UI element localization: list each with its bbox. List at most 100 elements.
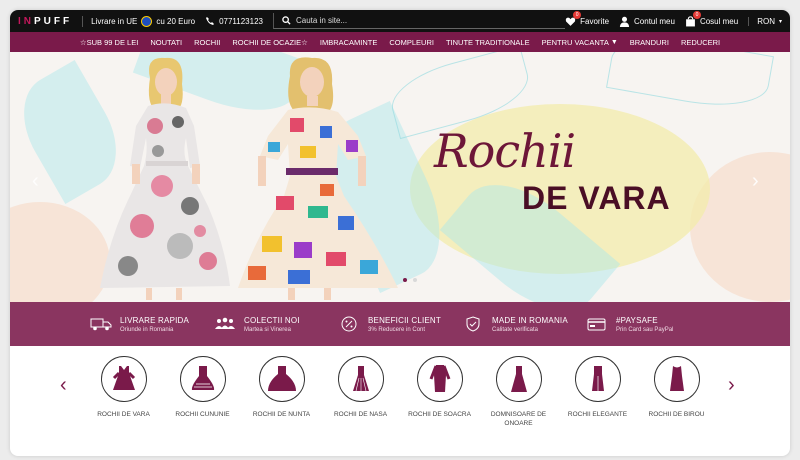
nav-item-branduri[interactable]: BRANDURI bbox=[624, 38, 675, 47]
category-label: ROCHII DE SOACRA bbox=[408, 411, 471, 418]
elegant-dress-icon bbox=[574, 356, 621, 402]
triangle-down-icon: ▼ bbox=[610, 38, 618, 46]
logo-puff-text: PUFF bbox=[34, 15, 73, 27]
cart-link[interactable]: 0 Cosul meu bbox=[685, 10, 739, 27]
category-item[interactable]: ROCHII CUNUNIE bbox=[163, 356, 242, 446]
carousel-dots bbox=[403, 278, 417, 282]
wedding-dress-icon bbox=[258, 356, 305, 402]
benefit-title: MADE IN ROMANIA bbox=[492, 315, 568, 325]
category-item[interactable]: DOMNISOARE DE ONOARE bbox=[479, 356, 558, 446]
site-logo[interactable]: INPUFF bbox=[18, 15, 84, 27]
office-dress-icon bbox=[653, 356, 700, 402]
phone-icon bbox=[206, 17, 215, 25]
shopping-bag-icon: 0 bbox=[685, 10, 701, 27]
category-prev-arrow-icon[interactable]: ‹ bbox=[60, 374, 67, 397]
percent-badge-icon bbox=[338, 315, 360, 333]
category-label: ROCHII CUNUNIE bbox=[175, 411, 230, 418]
godmother-dress-icon bbox=[337, 356, 384, 402]
top-bar: INPUFF Livrare in UE cu 20 Euro 07711231… bbox=[10, 10, 790, 32]
benefit-subtitle: Calitate verificata bbox=[492, 326, 539, 333]
nav-item-tinute-traditionale[interactable]: TINUTE TRADITIONALE bbox=[440, 38, 536, 47]
hero-next-arrow-icon[interactable]: › bbox=[752, 170, 759, 193]
category-item[interactable]: ROCHII DE SOACRA bbox=[400, 356, 479, 446]
benefit-subtitle: Prin Card sau PayPal bbox=[616, 326, 674, 333]
shield-check-icon bbox=[462, 315, 484, 333]
category-label: ROCHII DE NUNTA bbox=[252, 411, 311, 418]
benefit-title: COLECTII NOI bbox=[244, 315, 300, 325]
category-item[interactable]: ROCHII DE NASA bbox=[321, 356, 400, 446]
nav-item-reduceri[interactable]: REDUCERI bbox=[675, 38, 726, 47]
phone-number: 0771123123 bbox=[219, 16, 263, 26]
category-label: ROCHII DE VARA bbox=[97, 411, 150, 418]
shipping-price: cu 20 Euro bbox=[156, 16, 196, 26]
currency-value: RON bbox=[757, 16, 775, 26]
currency-selector[interactable]: RON ▾ bbox=[748, 16, 782, 26]
benefit-title: LIVRARE RAPIDA bbox=[120, 315, 190, 325]
benefit-subtitle: Martea si Vinerea bbox=[244, 326, 291, 333]
model-colorful-dress-image bbox=[238, 57, 398, 300]
carousel-dot[interactable] bbox=[413, 278, 417, 282]
browser-page: INPUFF Livrare in UE cu 20 Euro 07711231… bbox=[10, 10, 790, 456]
nav-item-compleuri[interactable]: COMPLEURI bbox=[383, 38, 440, 47]
mother-in-law-dress-icon bbox=[416, 356, 463, 402]
category-item[interactable]: ROCHII ELEGANTE bbox=[558, 356, 637, 446]
hero-prev-arrow-icon[interactable]: ‹ bbox=[32, 170, 39, 193]
benefit-item: LIVRARE RAPIDA Oriunde in Romania bbox=[90, 315, 214, 333]
nav-item-pentru-vacanta[interactable]: PENTRU VACANTA ▼ bbox=[536, 38, 624, 47]
benefit-subtitle: Oriunde in Romania bbox=[120, 326, 174, 333]
account-label: Contul meu bbox=[634, 16, 675, 26]
category-label: ROCHII DE BIROU bbox=[648, 411, 705, 418]
cart-count-badge: 0 bbox=[692, 10, 701, 19]
benefits-bar: LIVRARE RAPIDA Oriunde in Romania COLECTI… bbox=[10, 302, 790, 346]
benefit-item: MADE IN ROMANIA Calitate verificata bbox=[462, 315, 586, 333]
benefit-title: BENEFICII CLIENT bbox=[368, 315, 441, 325]
favorites-count-badge: 0 bbox=[573, 10, 582, 19]
favorites-link[interactable]: 0 Favorite bbox=[565, 10, 610, 27]
benefit-item: COLECTII NOI Martea si Vinerea bbox=[214, 315, 338, 333]
search-placeholder: Cauta in site... bbox=[295, 16, 348, 25]
phone-info[interactable]: 0771123123 bbox=[205, 16, 263, 26]
category-item[interactable]: ROCHII DE VARA bbox=[84, 356, 163, 446]
category-carousel: ‹ ROCHII DE VARA ROCHII CUNUNIE ROCHII D… bbox=[10, 346, 790, 446]
search-icon bbox=[282, 16, 291, 25]
caret-down-icon: ▾ bbox=[778, 18, 782, 25]
decor-leaf bbox=[606, 52, 774, 116]
nav-item-rochii[interactable]: ROCHII bbox=[188, 38, 226, 47]
baptism-dress-icon bbox=[179, 356, 226, 402]
nav-item-noutati[interactable]: NOUTATI bbox=[144, 38, 188, 47]
people-icon bbox=[214, 315, 236, 333]
benefit-subtitle: 3% Reducere in Cont bbox=[368, 326, 426, 333]
cart-label: Cosul meu bbox=[699, 16, 739, 26]
main-navigation: ☆SUB 99 DE LEI NOUTATI ROCHII ROCHII DE … bbox=[10, 32, 790, 52]
eu-flag-icon bbox=[141, 15, 153, 27]
benefit-item: #PAYSAFE Prin Card sau PayPal bbox=[586, 315, 710, 333]
nav-item-imbracaminte[interactable]: IMBRACAMINTE bbox=[314, 38, 384, 47]
credit-card-icon bbox=[586, 315, 608, 333]
category-label: ROCHII DE NASA bbox=[333, 411, 388, 418]
category-item[interactable]: ROCHII DE BIROU bbox=[637, 356, 716, 446]
category-label: DOMNISOARE DE ONOARE bbox=[490, 411, 547, 427]
shipping-text: Livrare in UE bbox=[91, 16, 138, 26]
nav-item-rochii-ocazie[interactable]: ROCHII DE OCAZIE☆ bbox=[226, 38, 313, 47]
benefit-item: BENEFICII CLIENT 3% Reducere in Cont bbox=[338, 315, 462, 333]
category-label: ROCHII ELEGANTE bbox=[567, 411, 628, 418]
truck-icon bbox=[90, 315, 112, 333]
search-input[interactable]: Cauta in site... bbox=[272, 13, 566, 29]
user-actions: 0 Favorite Contul meu 0 Cosul meu RON ▾ bbox=[565, 10, 782, 27]
hero-title-script: Rochii bbox=[434, 124, 576, 178]
nav-item-pentru-vacanta-label: PENTRU VACANTA bbox=[541, 37, 609, 47]
benefit-title: #PAYSAFE bbox=[616, 315, 658, 325]
bridesmaid-dress-icon bbox=[495, 356, 542, 402]
nav-item-sub-99[interactable]: ☆SUB 99 DE LEI bbox=[74, 38, 144, 47]
model-floral-dress-image bbox=[100, 57, 230, 300]
carousel-dot[interactable] bbox=[403, 278, 407, 282]
hero-banner[interactable]: Rochii DE VARA ‹ › bbox=[10, 52, 790, 302]
heart-icon: 0 bbox=[565, 10, 582, 27]
hero-title-bold: DE VARA bbox=[522, 180, 671, 216]
category-next-arrow-icon[interactable]: › bbox=[728, 374, 735, 397]
shipping-info: Livrare in UE cu 20 Euro bbox=[91, 15, 196, 27]
category-item[interactable]: ROCHII DE NUNTA bbox=[242, 356, 321, 446]
account-link[interactable]: Contul meu bbox=[619, 16, 675, 27]
user-icon bbox=[619, 16, 630, 27]
favorites-label: Favorite bbox=[580, 16, 610, 26]
